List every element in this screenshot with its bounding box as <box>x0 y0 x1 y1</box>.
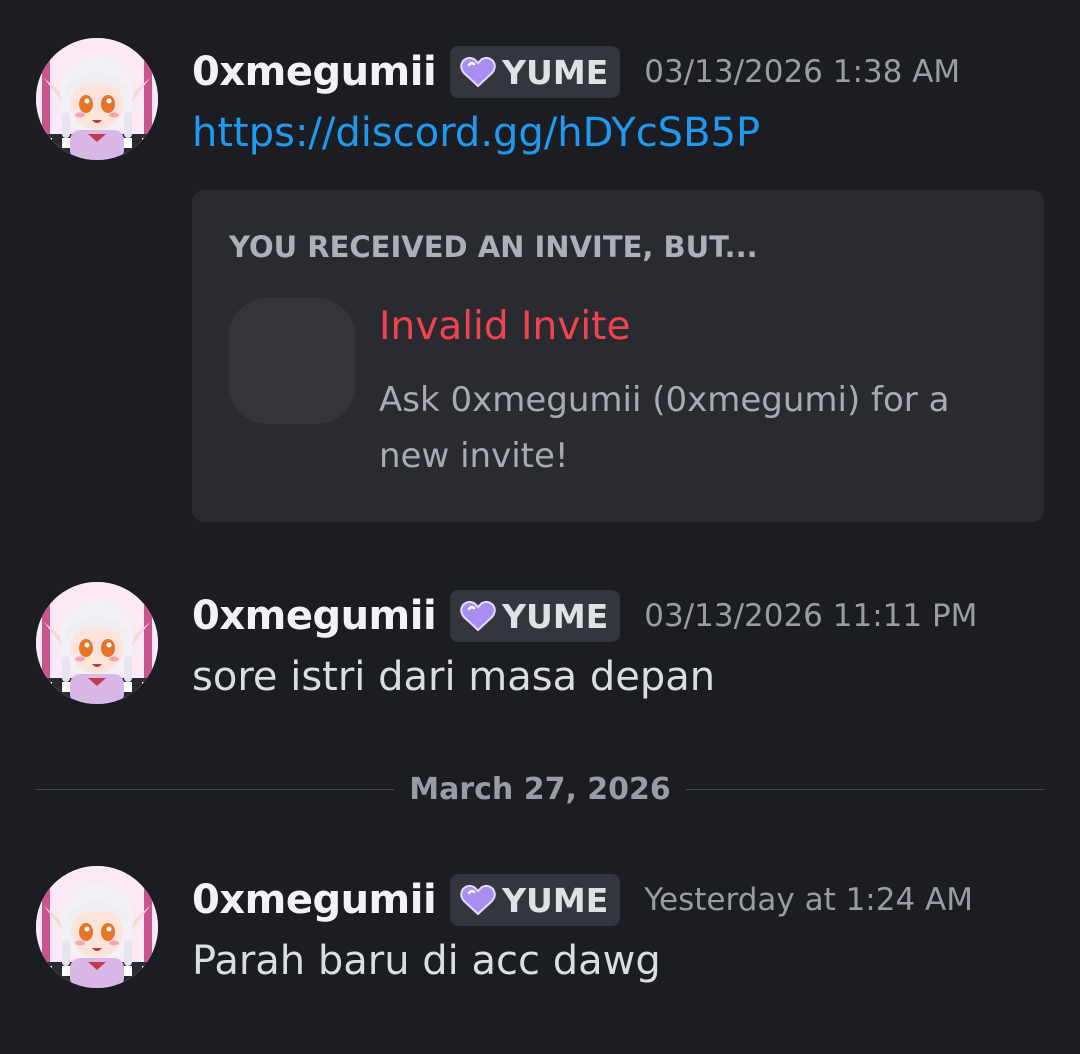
purple-heart-icon <box>460 600 496 632</box>
purple-heart-icon <box>460 884 496 916</box>
server-tag[interactable]: YUME <box>450 46 621 98</box>
timestamp: 03/13/2026 11:11 PM <box>644 598 978 634</box>
divider-line-right <box>686 789 1044 790</box>
server-tag[interactable]: YUME <box>450 590 621 642</box>
invite-embed: YOU RECEIVED AN INVITE, BUT... Invalid I… <box>192 190 1044 522</box>
message-header: 0xmegumii YUME 03/13/2026 1:38 AM <box>192 44 960 100</box>
username[interactable]: 0xmegumii <box>192 877 437 923</box>
avatar[interactable] <box>36 582 158 704</box>
invalid-invite-heading: Invalid Invite <box>379 304 631 349</box>
username[interactable]: 0xmegumii <box>192 593 437 639</box>
server-tag-label: YUME <box>502 52 609 92</box>
message-header: 0xmegumii YUME 03/13/2026 11:11 PM <box>192 588 977 644</box>
anime-avatar-icon <box>36 582 158 704</box>
anime-avatar-icon <box>36 866 158 988</box>
message-text: Parah baru di acc dawg <box>192 938 661 984</box>
avatar[interactable] <box>36 866 158 988</box>
username[interactable]: 0xmegumii <box>192 49 437 95</box>
server-tag-label: YUME <box>502 596 609 636</box>
date-divider: March 27, 2026 <box>36 765 1044 815</box>
timestamp: Yesterday at 1:24 AM <box>644 882 974 918</box>
server-tag[interactable]: YUME <box>450 874 621 926</box>
server-icon-placeholder <box>229 298 355 424</box>
embed-description: Ask 0xmegumii (0xmegumi) for a new invit… <box>379 380 950 476</box>
message-text: sore istri dari masa depan <box>192 654 716 700</box>
message-header: 0xmegumii YUME Yesterday at 1:24 AM <box>192 872 973 928</box>
avatar[interactable] <box>36 38 158 160</box>
embed-title: YOU RECEIVED AN INVITE, BUT... <box>229 230 758 264</box>
timestamp: 03/13/2026 1:38 AM <box>644 54 961 90</box>
anime-avatar-icon <box>36 38 158 160</box>
server-tag-label: YUME <box>502 880 609 920</box>
purple-heart-icon <box>460 56 496 88</box>
invite-link[interactable]: https://discord.gg/hDYcSB5P <box>192 110 760 156</box>
